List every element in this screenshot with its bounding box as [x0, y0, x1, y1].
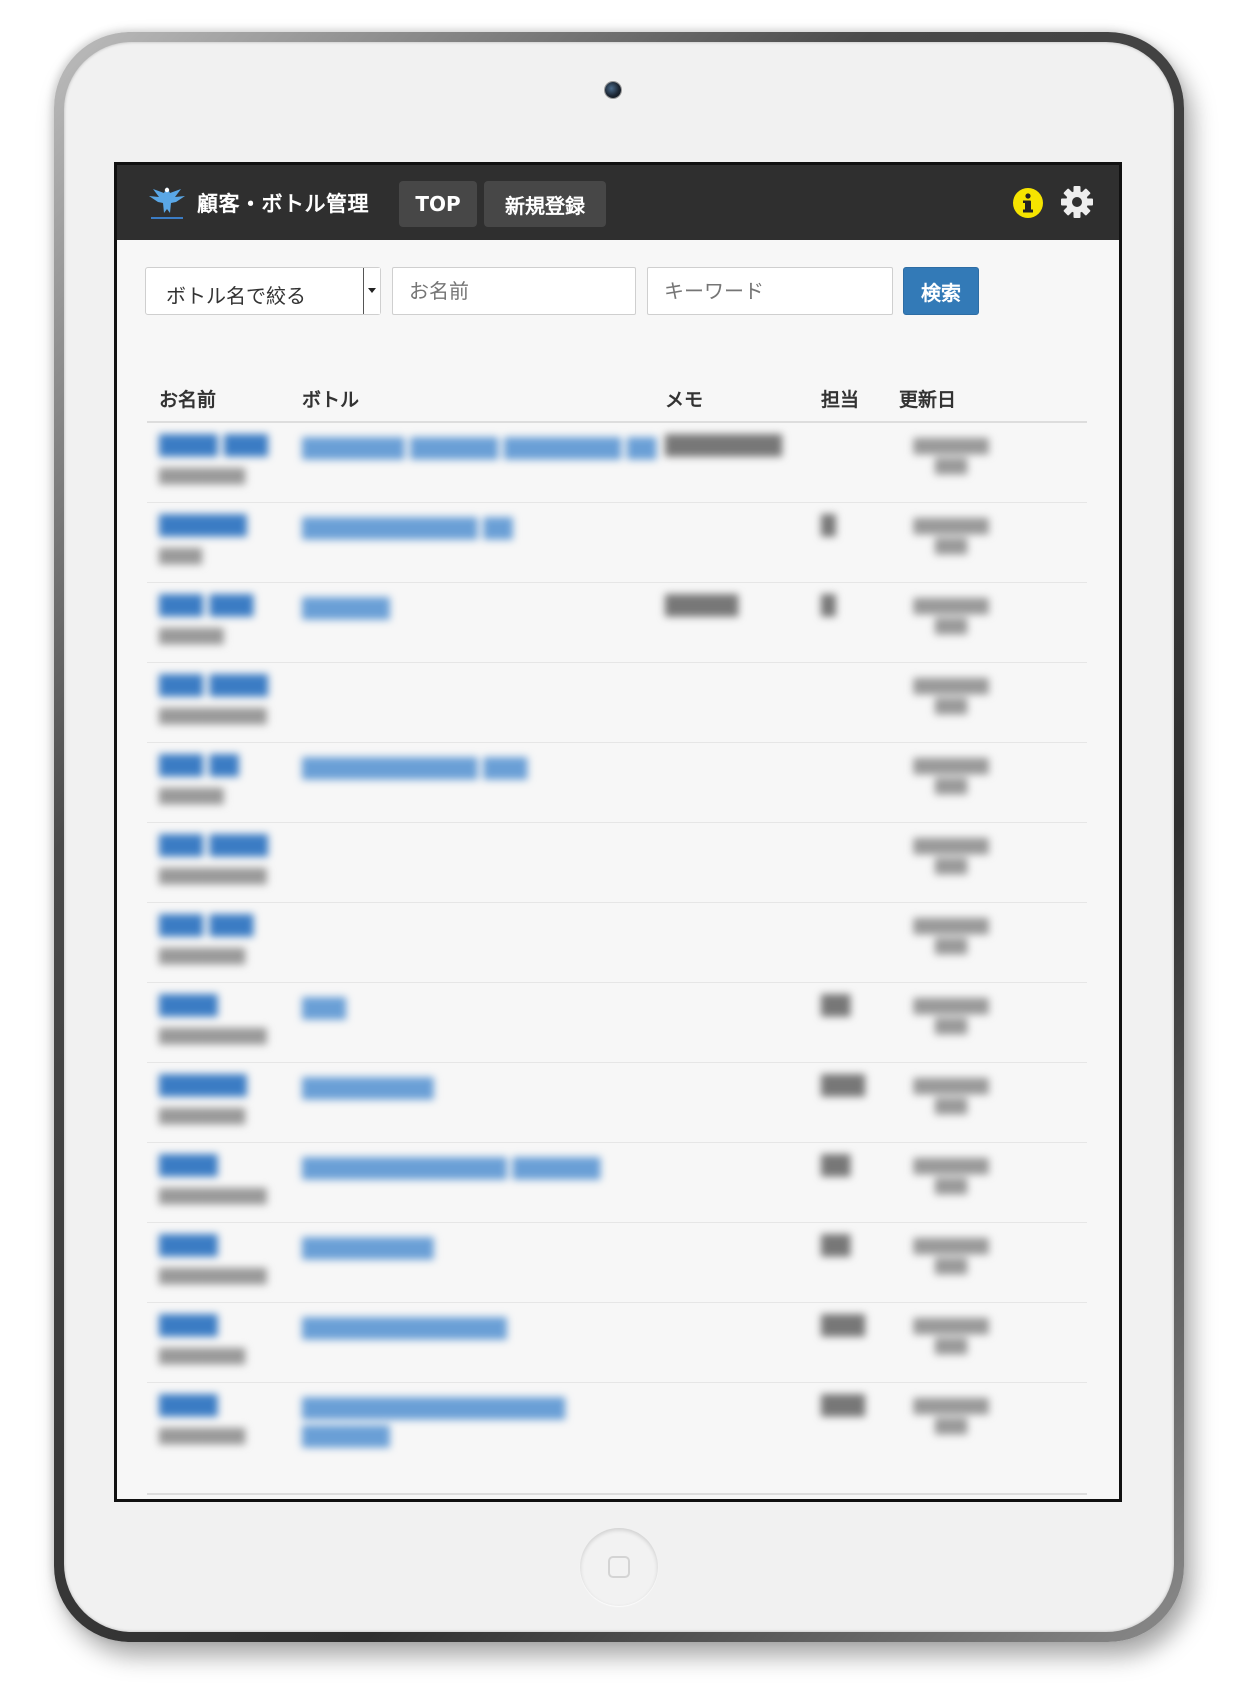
customer-name-link[interactable]: ████	[159, 1235, 217, 1257]
staff-text: ███	[821, 1395, 865, 1417]
customer-kana: ██████████	[159, 869, 267, 885]
header-name: お名前	[159, 389, 217, 411]
customer-name-link[interactable]: ███ ███	[159, 915, 253, 937]
customer-name-link[interactable]: ███ ███	[159, 595, 253, 617]
memo-text: ████████	[665, 435, 782, 457]
screen: 顧客・ボトル管理 TOP 新規登録 ボトル名で絞る お名前 キーワード 検索 お…	[114, 162, 1122, 1502]
customer-kana: ██████	[159, 629, 224, 645]
camera-icon	[605, 82, 621, 98]
customer-kana: ████████	[159, 469, 246, 485]
nav-top-button[interactable]: TOP	[399, 181, 477, 227]
table-row[interactable]: ███ ███ ████████ ███████ ███	[147, 903, 1087, 983]
table-row[interactable]: ███ ████ ██████████ ███████ ███	[147, 823, 1087, 903]
search-button[interactable]: 検索	[903, 267, 979, 315]
customer-kana: ████████	[159, 1349, 246, 1365]
table-row[interactable]: ████ ████████ ██████████████ ███ ███████ ███	[147, 1303, 1087, 1383]
updated-date: ███████ ███	[913, 1319, 989, 1355]
customer-name-link[interactable]: ████	[159, 1395, 217, 1417]
customer-kana: ████████	[159, 1109, 246, 1125]
name-input[interactable]	[392, 267, 636, 315]
staff-text: ██	[821, 1155, 851, 1177]
table-row[interactable]: ████ ███ ████████ ███████ ██████ ████████ …	[147, 423, 1087, 503]
bottle-link[interactable]: ███	[302, 995, 657, 1023]
bottle-link[interactable]: ████████████ ███	[302, 755, 657, 783]
header-updated: 更新日	[899, 389, 957, 411]
customer-name-link[interactable]: ███ ████	[159, 835, 268, 857]
staff-text: ██	[821, 1235, 851, 1257]
customer-name-link[interactable]: ████	[159, 995, 217, 1017]
updated-date: ███████ ███	[913, 1079, 989, 1115]
updated-date: ███████ ███	[913, 679, 989, 715]
table-row[interactable]: ███ ██ ██████ ████████████ ███ ███████ ███	[147, 743, 1087, 823]
staff-text: ███	[821, 1315, 865, 1337]
bottle-link[interactable]: ██████	[302, 595, 657, 623]
info-icon[interactable]	[1012, 187, 1044, 219]
customer-kana: ████████	[159, 1429, 246, 1445]
updated-date: ███████ ███	[913, 439, 989, 475]
bottle-link[interactable]: ██████████████ ██████	[302, 1155, 657, 1183]
table-bottom-divider	[147, 1493, 1087, 1495]
updated-date: ███████ ███	[913, 599, 989, 635]
customer-kana: ████	[159, 549, 203, 565]
updated-date: ███████ ███	[913, 919, 989, 955]
table-row[interactable]: ███ ████ ██████████ ███████ ███	[147, 663, 1087, 743]
updated-date: ███████ ███	[913, 1399, 989, 1435]
staff-text: ███	[821, 1075, 865, 1097]
table-row[interactable]: ██████ ████████ █████████ ███ ███████ ███	[147, 1063, 1087, 1143]
keyword-input[interactable]	[647, 267, 893, 315]
table-row[interactable]: ███ ███ ██████ ██████ █████ █ ███████ ███	[147, 583, 1087, 663]
updated-date: ███████ ███	[913, 519, 989, 555]
customer-kana: ██████████	[159, 1269, 267, 1285]
staff-text: ██	[821, 995, 851, 1017]
memo-text: █████	[665, 595, 739, 617]
customer-name-link[interactable]: ███ ████	[159, 675, 268, 697]
table-row[interactable]: ██████ ████ ████████████ ██ █ ███████ ███	[147, 503, 1087, 583]
bottle-link[interactable]: ███████ ██████ ████████ ██	[302, 435, 657, 463]
bottle-filter-value: ボトル名で絞る	[166, 284, 306, 308]
header-bottle: ボトル	[302, 389, 360, 411]
updated-date: ███████ ███	[913, 999, 989, 1035]
app-title: 顧客・ボトル管理	[197, 192, 369, 216]
staff-text: █	[821, 515, 836, 537]
bottle-link[interactable]: █████████	[302, 1075, 657, 1103]
table-row[interactable]: ████ ██████████ ███ ██ ███████ ███	[147, 983, 1087, 1063]
customer-table-body: ████ ███ ████████ ███████ ██████ ████████ …	[147, 423, 1087, 1462]
bottle-filter-select[interactable]: ボトル名で絞る	[145, 267, 381, 315]
home-button[interactable]	[580, 1528, 658, 1606]
gear-icon[interactable]	[1060, 185, 1094, 219]
nav-new-register-button[interactable]: 新規登録	[484, 181, 606, 227]
staff-text: █	[821, 595, 836, 617]
updated-date: ███████ ███	[913, 1159, 989, 1195]
customer-kana: ████████	[159, 949, 246, 965]
customer-kana: ██████████	[159, 709, 267, 725]
updated-date: ███████ ███	[913, 759, 989, 795]
updated-date: ███████ ███	[913, 839, 989, 875]
table-header: お名前 ボトル メモ 担当 更新日	[147, 373, 1087, 423]
navbar: 顧客・ボトル管理 TOP 新規登録	[117, 165, 1119, 240]
customer-kana: ██████	[159, 789, 224, 805]
customer-name-link[interactable]: ████	[159, 1155, 217, 1177]
customer-kana: ██████████	[159, 1029, 267, 1045]
chevron-down-icon	[363, 268, 380, 314]
bottle-link[interactable]: ██████████████	[302, 1315, 657, 1343]
customer-name-link[interactable]: ████ ███	[159, 435, 268, 457]
bird-logo-icon	[145, 181, 189, 225]
bottle-link[interactable]: ████████████ ██	[302, 515, 657, 543]
customer-name-link[interactable]: ██████	[159, 1075, 247, 1097]
brand[interactable]: 顧客・ボトル管理	[145, 181, 369, 225]
customer-kana: ██████████	[159, 1189, 267, 1205]
header-staff: 担当	[821, 389, 860, 411]
customer-name-link[interactable]: ████	[159, 1315, 217, 1337]
table-row[interactable]: ████ ██████████ █████████ ██ ███████ ███	[147, 1223, 1087, 1303]
updated-date: ███████ ███	[913, 1239, 989, 1275]
header-memo: メモ	[665, 389, 704, 411]
table-row[interactable]: ████ ████████ ██████████████████ ██████ ███…	[147, 1383, 1087, 1462]
customer-name-link[interactable]: ███ ██	[159, 755, 239, 777]
bottle-link[interactable]: █████████	[302, 1235, 657, 1263]
bottle-link[interactable]: ██████████████████ ██████	[302, 1395, 657, 1451]
table-row[interactable]: ████ ██████████ ██████████████ ██████ ██ ███…	[147, 1143, 1087, 1223]
customer-name-link[interactable]: ██████	[159, 515, 247, 537]
